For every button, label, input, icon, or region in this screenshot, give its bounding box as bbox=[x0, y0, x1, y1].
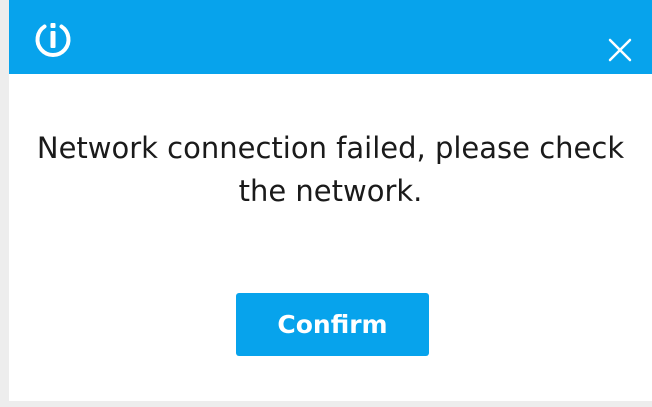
error-message-line-1: Network connection failed, please check bbox=[36, 131, 625, 165]
error-message: Network connection failed, please check … bbox=[9, 127, 652, 213]
network-error-dialog: Network connection failed, please check … bbox=[0, 0, 652, 407]
close-icon[interactable] bbox=[606, 36, 634, 64]
confirm-button[interactable]: Confirm bbox=[236, 293, 429, 356]
error-message-line-2: the network. bbox=[238, 174, 423, 208]
app-logo-icon bbox=[35, 23, 71, 57]
dialog-titlebar bbox=[9, 0, 652, 74]
